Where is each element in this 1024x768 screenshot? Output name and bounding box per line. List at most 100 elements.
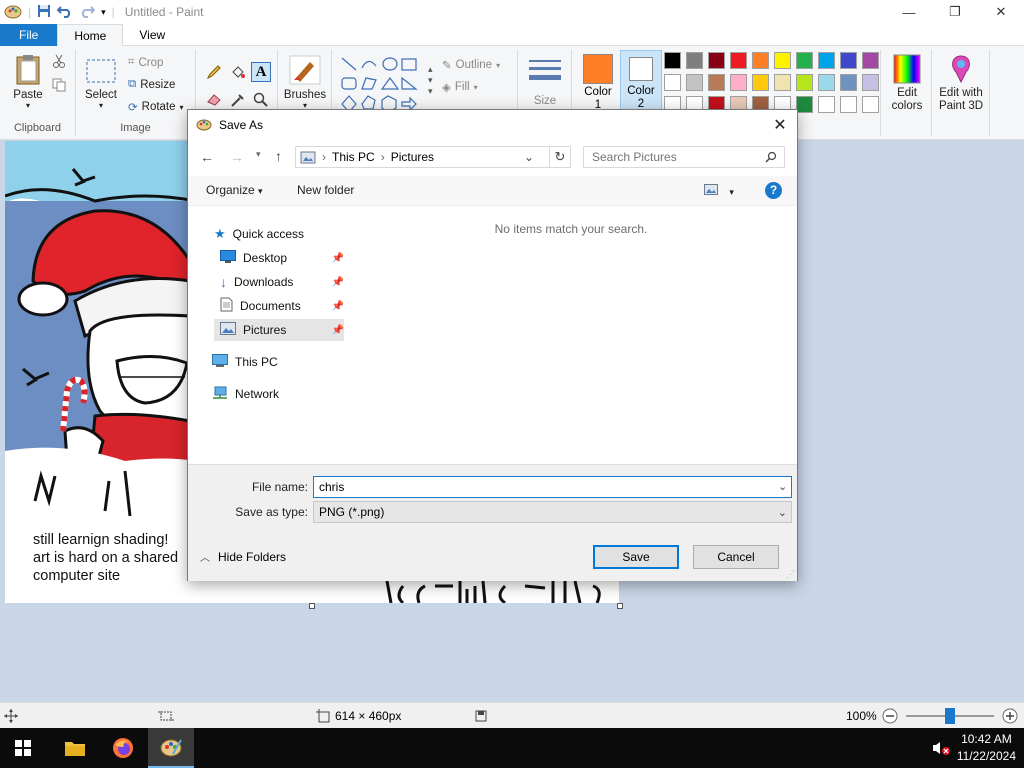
file-name-dropdown-icon[interactable]: ⌄ (778, 480, 787, 493)
select-button[interactable]: Select ▾ (82, 58, 120, 110)
address-segment-pictures[interactable]: Pictures (391, 150, 434, 164)
outline-button[interactable]: ✎ Outline ▾ (442, 58, 500, 72)
redo-icon[interactable] (79, 4, 96, 21)
shapes-gallery[interactable] (340, 56, 428, 112)
palette-swatch[interactable] (840, 96, 857, 113)
fill-button[interactable]: ◈ Fill ▾ (442, 80, 478, 94)
palette-swatch[interactable] (730, 74, 747, 91)
zoom-in-button[interactable] (1002, 703, 1018, 729)
file-name-input[interactable] (313, 476, 792, 498)
color1-button[interactable]: Color 1 (578, 52, 618, 112)
palette-swatch[interactable] (862, 52, 879, 69)
save-icon[interactable] (37, 4, 51, 21)
eraser-icon[interactable] (206, 92, 222, 109)
customize-quick-access-icon[interactable]: ▾ (101, 7, 106, 18)
palette-swatch[interactable] (664, 74, 681, 91)
shapes-scroll-icon[interactable]: ▴ ▾ ▾ (428, 64, 433, 97)
pencil-icon[interactable] (206, 64, 222, 83)
palette-swatch[interactable] (664, 52, 681, 69)
undo-icon[interactable] (56, 4, 73, 21)
crop-button[interactable]: ⌗ Crop (128, 56, 163, 69)
palette-swatch[interactable] (840, 52, 857, 69)
taskbar-firefox[interactable] (100, 728, 146, 768)
save-button[interactable]: Save (593, 545, 679, 569)
help-button[interactable]: ? (765, 182, 782, 199)
palette-swatch[interactable] (796, 96, 813, 113)
tab-file[interactable]: File (0, 24, 58, 46)
address-dropdown-icon[interactable]: ⌄ (524, 150, 534, 164)
rotate-button[interactable]: ⟳ Rotate ▾ (128, 100, 184, 114)
palette-swatch[interactable] (818, 74, 835, 91)
copy-icon[interactable] (52, 78, 66, 95)
up-arrow-icon[interactable]: ↑ (275, 148, 282, 164)
nav-network[interactable]: Network (212, 383, 338, 405)
address-segment-this-pc[interactable]: This PC (332, 150, 375, 164)
dialog-close-button[interactable]: ✕ (763, 110, 797, 140)
edit-with-paint3d-button[interactable]: Edit with Paint 3D (934, 54, 988, 113)
organize-button[interactable]: Organize ▾ (206, 183, 263, 197)
canvas-resize-handle-corner[interactable] (617, 603, 623, 609)
folder-icon (65, 742, 85, 756)
hide-folders-button[interactable]: ︿ Hide Folders (200, 549, 286, 565)
palette-swatch[interactable] (708, 74, 725, 91)
search-input[interactable] (583, 146, 785, 168)
cut-icon[interactable] (52, 54, 66, 71)
taskbar-paint[interactable] (148, 728, 194, 768)
taskbar-file-explorer[interactable] (52, 728, 98, 768)
canvas-resize-handle-bottom[interactable] (309, 603, 315, 609)
fill-bucket-icon[interactable] (230, 64, 246, 83)
palette-swatch[interactable] (730, 52, 747, 69)
brushes-button[interactable]: Brushes ▾ (282, 54, 328, 110)
text-tool-icon[interactable]: A (251, 62, 271, 82)
nav-this-pc[interactable]: This PC (212, 351, 338, 373)
zoom-slider[interactable] (906, 703, 994, 729)
zoom-out-button[interactable] (882, 703, 898, 729)
palette-swatch[interactable] (752, 52, 769, 69)
dialog-toolbar: Organize ▾ New folder ▾ ? (188, 176, 797, 206)
new-folder-button[interactable]: New folder (297, 183, 354, 197)
forward-arrow-icon[interactable]: → (230, 149, 244, 165)
quick-access-toolbar: | ▾ | (0, 0, 115, 24)
nav-documents[interactable]: Documents 📌 (220, 295, 344, 317)
palette-swatch[interactable] (862, 74, 879, 91)
nav-downloads[interactable]: ↓ Downloads 📌 (220, 271, 344, 293)
volume-muted-icon[interactable] (932, 740, 950, 759)
zoom-slider-thumb[interactable] (945, 708, 955, 724)
tab-view[interactable]: View (123, 24, 181, 46)
palette-swatch[interactable] (862, 96, 879, 113)
save-as-type-select[interactable]: PNG (*.png) ⌄ (313, 501, 792, 523)
windows-logo-icon (15, 740, 31, 756)
palette-swatch[interactable] (840, 74, 857, 91)
file-list-pane[interactable]: No items match your search. (345, 207, 797, 463)
edit-colors-button[interactable]: Edit colors (885, 54, 929, 113)
palette-swatch[interactable] (818, 52, 835, 69)
palette-swatch[interactable] (686, 52, 703, 69)
nav-desktop[interactable]: Desktop 📌 (220, 247, 344, 269)
recent-locations-icon[interactable]: ▾ (256, 149, 261, 160)
address-bar[interactable]: › This PC › Pictures ⌄ (295, 146, 559, 168)
palette-swatch[interactable] (708, 52, 725, 69)
maximize-button[interactable]: ❐ (932, 0, 978, 24)
palette-swatch[interactable] (796, 74, 813, 91)
palette-swatch[interactable] (752, 74, 769, 91)
palette-swatch[interactable] (774, 74, 791, 91)
tab-home[interactable]: Home (57, 24, 124, 47)
resize-grip-icon[interactable]: ⋰ (786, 569, 795, 580)
cancel-button[interactable]: Cancel (693, 545, 779, 569)
palette-swatch[interactable] (774, 52, 791, 69)
taskbar-clock[interactable]: 10:42 AM 11/22/2024 (957, 731, 1016, 765)
nav-quick-access[interactable]: ★ Quick access (214, 223, 340, 245)
palette-swatch[interactable] (818, 96, 835, 113)
start-button[interactable] (0, 728, 46, 768)
palette-swatch[interactable] (796, 52, 813, 69)
size-button[interactable]: Size ▾ (524, 58, 566, 116)
nav-pictures[interactable]: Pictures 📌 (214, 319, 344, 341)
paste-button[interactable]: Paste ▾ (8, 54, 48, 110)
view-options-button[interactable]: ▾ (704, 184, 734, 198)
resize-button[interactable]: ⧉ Resize (128, 78, 175, 91)
close-window-button[interactable]: ✕ (978, 0, 1024, 24)
back-arrow-icon[interactable]: ← (200, 149, 214, 165)
palette-swatch[interactable] (686, 74, 703, 91)
minimize-button[interactable]: — (886, 0, 932, 24)
refresh-button[interactable]: ↻ (549, 146, 571, 168)
